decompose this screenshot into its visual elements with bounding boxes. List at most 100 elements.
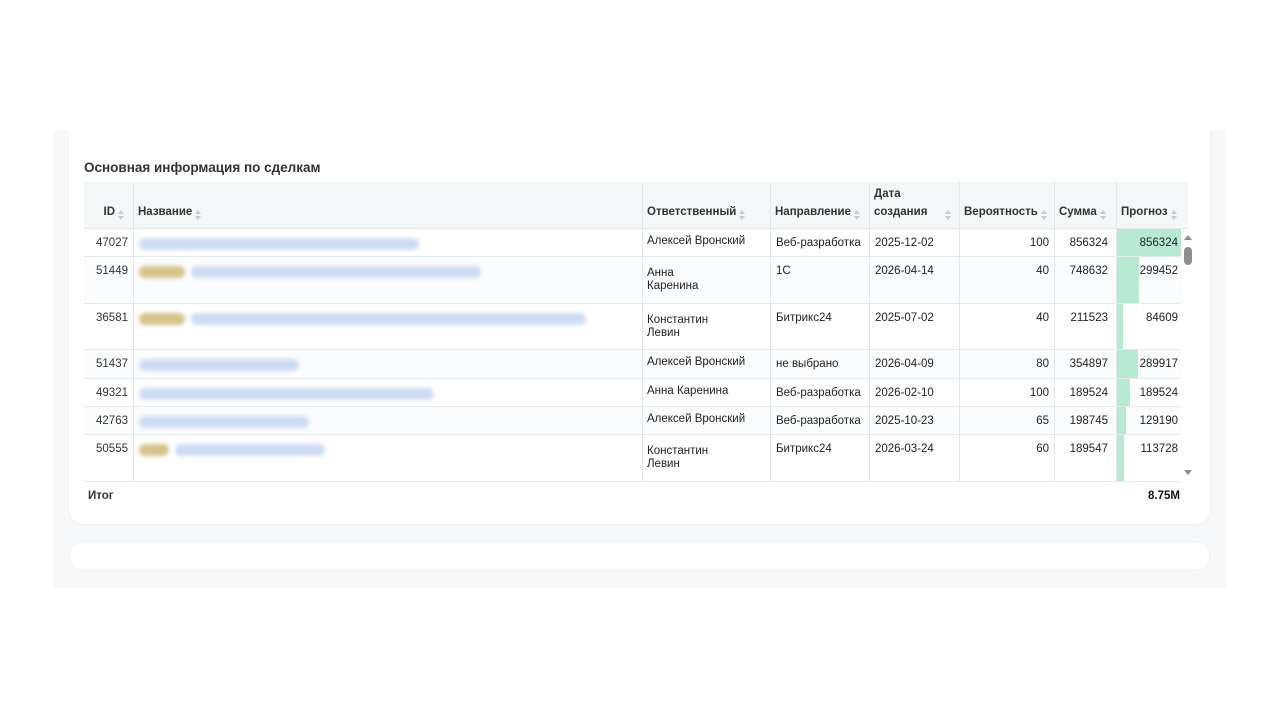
cell-date: 2026-04-14 — [875, 265, 934, 277]
cell-responsible: Константин Левин — [647, 314, 767, 340]
forecast-value: 289917 — [1139, 358, 1178, 370]
column-header-date[interactable]: Дата создания — [869, 182, 959, 229]
cell-date: 2026-02-10 — [875, 387, 934, 399]
column-divider — [770, 182, 771, 482]
cell-direction: Веб-разработка — [776, 237, 861, 249]
cell-direction: Веб-разработка — [776, 387, 861, 399]
sort-icon — [1170, 210, 1178, 220]
responsible-name-line: Алексей Вронский — [647, 413, 746, 425]
cell-forecast: 289917 — [1116, 350, 1181, 378]
cell-id: 49321 — [96, 387, 128, 399]
secondary-card — [69, 541, 1210, 571]
responsible-name-line: Каренина — [647, 280, 699, 292]
cell-name-redacted[interactable] — [133, 379, 643, 406]
cell-amount: 198745 — [1069, 415, 1108, 427]
column-divider — [869, 182, 870, 482]
cell-direction: Веб-разработка — [776, 415, 861, 427]
responsible-name-line: Константин — [647, 314, 709, 326]
cell-date: 2026-04-09 — [875, 358, 934, 370]
cell-responsible: Алексей Вронский — [647, 235, 767, 248]
column-header-name[interactable]: Название — [133, 182, 643, 229]
sort-icon — [1099, 210, 1107, 220]
total-label: Итог — [88, 490, 114, 502]
cell-date: 2025-12-02 — [875, 237, 934, 249]
cell-forecast: 84609 — [1116, 304, 1181, 349]
column-divider — [1054, 182, 1055, 482]
cell-forecast: 189524 — [1116, 379, 1181, 406]
responsible-name-line: Алексей Вронский — [647, 235, 746, 247]
total-forecast-value: 8.75M — [1148, 490, 1180, 502]
cell-name-redacted[interactable] — [133, 229, 643, 256]
cell-amount: 211523 — [1070, 312, 1108, 324]
forecast-value: 299452 — [1139, 265, 1178, 277]
cell-name-redacted[interactable] — [133, 304, 643, 349]
cell-probability: 40 — [1036, 265, 1049, 277]
column-header-responsible[interactable]: Ответственный — [642, 182, 770, 229]
redacted-name-link — [191, 313, 586, 325]
column-header-probability[interactable]: Вероятность — [959, 182, 1054, 229]
responsible-name-line: Константин — [647, 445, 709, 457]
cell-direction: Битрикс24 — [776, 312, 832, 324]
cell-amount: 856324 — [1069, 237, 1108, 249]
sort-icon — [739, 210, 746, 220]
table-row[interactable]: 51449 Анна Каренина 1С 2026-04-14 40 748632 299… — [84, 257, 1181, 304]
column-divider — [642, 182, 643, 482]
cell-name-redacted[interactable] — [133, 350, 643, 378]
redacted-name-link — [139, 238, 419, 250]
cell-probability: 60 — [1036, 443, 1049, 455]
cell-date: 2025-10-23 — [875, 415, 934, 427]
table-row[interactable]: 42763 Алексей Вронский Веб-разработка 2025-… — [84, 407, 1181, 435]
sort-icon — [118, 210, 125, 220]
responsible-name-line: Левин — [647, 458, 680, 470]
cell-responsible: Анна Каренина — [647, 385, 767, 398]
forecast-value: 84609 — [1146, 312, 1178, 324]
cell-forecast: 129190 — [1116, 407, 1181, 434]
cell-direction: не выбрано — [776, 358, 839, 370]
cell-probability: 65 — [1036, 415, 1049, 427]
cell-responsible: Алексей Вронский — [647, 413, 767, 426]
cell-date: 2025-07-02 — [875, 312, 934, 324]
vertical-scrollbar-thumb[interactable] — [1184, 247, 1192, 265]
cell-id: 50555 — [96, 443, 128, 455]
column-header-amount[interactable]: Сумма — [1054, 182, 1116, 229]
column-divider — [133, 182, 134, 482]
sort-icon — [195, 210, 202, 220]
redacted-tag — [139, 313, 185, 325]
cell-direction: 1С — [776, 265, 791, 277]
cell-direction: Битрикс24 — [776, 443, 832, 455]
table-row[interactable]: 47027 Алексей Вронский Веб-разработка 2025-… — [84, 229, 1181, 257]
responsible-name-line: Алексей Вронский — [647, 356, 746, 368]
redacted-name-link — [139, 388, 434, 400]
table-row[interactable]: 51437 Алексей Вронский не выбрано 2026-04-0… — [84, 350, 1181, 379]
forecast-data-bar — [1116, 304, 1123, 349]
cell-responsible: Алексей Вронский — [647, 356, 767, 369]
column-header-forecast[interactable]: Прогноз — [1116, 182, 1181, 229]
cell-id: 51449 — [96, 265, 128, 277]
cell-amount: 354897 — [1069, 358, 1108, 370]
forecast-data-bar — [1116, 435, 1124, 481]
cell-responsible: Анна Каренина — [647, 267, 767, 293]
table-row[interactable]: 50555 Константин Левин Битрикс24 2026-03-24 6… — [84, 435, 1181, 482]
cell-name-redacted[interactable] — [133, 257, 643, 303]
column-header-direction[interactable]: Направление — [770, 182, 870, 229]
table-row[interactable]: 36581 Константин Левин Битрикс24 2025-07-02 4… — [84, 304, 1181, 350]
section-title: Основная информация по сделкам — [84, 160, 321, 175]
column-divider — [959, 182, 960, 482]
scroll-down-arrow-icon[interactable] — [1184, 470, 1192, 475]
scroll-up-arrow-icon[interactable] — [1184, 235, 1192, 240]
column-divider — [1116, 182, 1117, 482]
cell-forecast: 299452 — [1116, 257, 1181, 303]
cell-name-redacted[interactable] — [133, 435, 643, 481]
cell-forecast: 856324 — [1116, 229, 1181, 256]
sort-icon — [945, 210, 952, 220]
redacted-name-link — [175, 444, 325, 456]
redacted-name-link — [139, 416, 309, 428]
forecast-value: 856324 — [1139, 237, 1178, 249]
cell-id: 47027 — [96, 237, 128, 249]
column-header-id[interactable]: ID — [84, 182, 133, 229]
table-row[interactable]: 49321 Анна Каренина Веб-разработка 2026-02-… — [84, 379, 1181, 407]
cell-probability: 100 — [1029, 387, 1049, 399]
responsible-name-line: Левин — [647, 327, 680, 339]
cell-name-redacted[interactable] — [133, 407, 643, 434]
sort-icon — [1040, 210, 1048, 220]
